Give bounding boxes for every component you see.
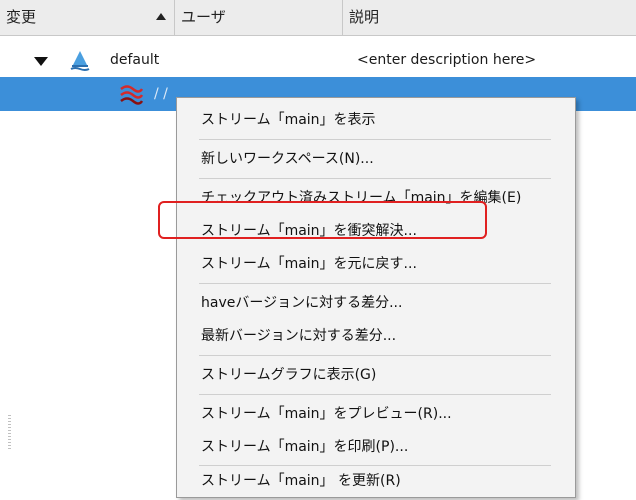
column-header-change[interactable]: 変更 (0, 0, 175, 35)
stream-tree-view: 変更 ユーザ 説明 default <enter description her… (0, 0, 636, 500)
menu-separator (199, 394, 551, 395)
depot-icon (70, 51, 90, 71)
tree-row-name: default (110, 52, 160, 68)
menu-item-show-stream[interactable]: ストリーム「main」を表示 (177, 104, 575, 137)
column-header-description[interactable]: 説明 (343, 0, 636, 35)
menu-item-refresh-stream[interactable]: ストリーム「main」 を更新(R) (177, 465, 575, 498)
menu-separator (199, 355, 551, 356)
sort-ascending-icon[interactable] (156, 13, 166, 20)
menu-item-print-stream[interactable]: ストリーム「main」を印刷(P)... (177, 431, 575, 464)
resize-grip[interactable] (8, 415, 11, 451)
stream-icon (120, 85, 144, 105)
menu-item-revert-stream[interactable]: ストリーム「main」を元に戻す... (177, 248, 575, 281)
menu-separator (199, 139, 551, 140)
highlight-annotation-box (158, 201, 487, 239)
menu-item-diff-have-version[interactable]: haveバージョンに対する差分... (177, 287, 575, 320)
tree-row-default[interactable]: default <enter description here> (0, 43, 636, 77)
menu-item-show-in-stream-graph[interactable]: ストリームグラフに表示(G) (177, 359, 575, 392)
menu-item-new-workspace[interactable]: 新しいワークスペース(N)... (177, 143, 575, 176)
column-header-user[interactable]: ユーザ (175, 0, 343, 35)
menu-item-preview-stream[interactable]: ストリーム「main」をプレビュー(R)... (177, 398, 575, 431)
tree-row-description: <enter description here> (357, 52, 537, 68)
context-menu: ストリーム「main」を表示 新しいワークスペース(N)... チェックアウト済… (176, 97, 576, 498)
menu-item-diff-latest-version[interactable]: 最新バージョンに対する差分... (177, 320, 575, 353)
menu-separator (199, 178, 551, 179)
column-header-bar: 変更 ユーザ 説明 (0, 0, 636, 36)
expand-arrow-icon[interactable] (34, 57, 48, 66)
menu-separator (199, 283, 551, 284)
